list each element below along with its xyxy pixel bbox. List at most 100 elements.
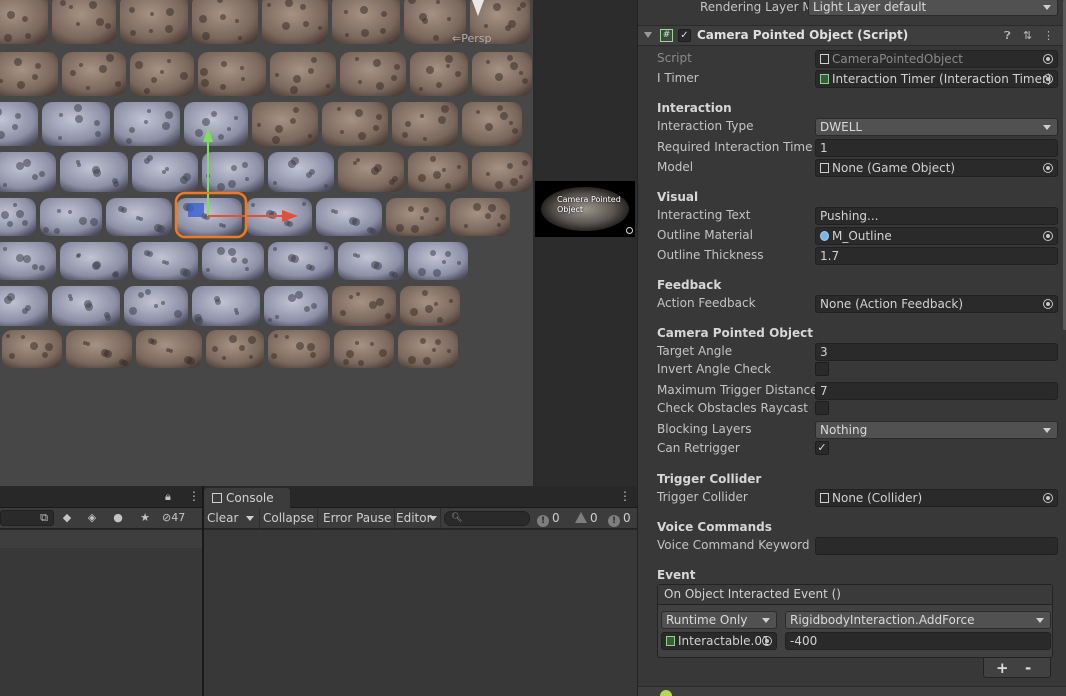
brick-speckle bbox=[296, 342, 304, 350]
tab-console[interactable]: Console bbox=[204, 488, 290, 508]
lock-icon[interactable]: 🔒︎ bbox=[165, 490, 171, 504]
brick-speckle bbox=[79, 63, 83, 67]
search-by-type-icon[interactable]: ⧉ bbox=[34, 510, 54, 526]
brick-speckle bbox=[251, 203, 255, 207]
event-target-value: Interactable.01 bbox=[678, 634, 770, 648]
brick-speckle bbox=[457, 165, 461, 169]
object-picker-icon[interactable] bbox=[1043, 231, 1053, 241]
brick-speckle bbox=[68, 210, 72, 214]
preset-icon[interactable]: ⇅ bbox=[1023, 29, 1032, 42]
trigger-collider-field[interactable]: None (Collider) bbox=[815, 489, 1058, 507]
brick-speckle bbox=[245, 177, 249, 181]
brick-speckle bbox=[361, 29, 369, 37]
check-obstacles-checkbox[interactable] bbox=[815, 401, 829, 415]
error-count-toggle[interactable]: ! 0 bbox=[608, 508, 631, 529]
console-menu-icon[interactable]: ⋮ bbox=[619, 489, 631, 503]
component-enabled-checkbox[interactable]: ✓ bbox=[678, 29, 691, 42]
camera-mode-label[interactable]: ⇐Persp bbox=[452, 32, 491, 45]
filter-by-type-icon[interactable]: ◆ bbox=[57, 510, 77, 526]
brick-speckle bbox=[300, 4, 306, 10]
invert-angle-checkbox[interactable] bbox=[815, 362, 829, 376]
hidden-count: 47 bbox=[171, 511, 186, 524]
warning-count-toggle[interactable]: 0 bbox=[575, 508, 598, 529]
brick-speckle bbox=[54, 228, 60, 234]
clear-button[interactable]: Clear bbox=[204, 508, 260, 529]
voice-keyword-input[interactable] bbox=[815, 537, 1058, 555]
brick-speckle bbox=[410, 308, 418, 316]
wall-brick bbox=[114, 102, 180, 146]
foldout-icon[interactable] bbox=[644, 32, 652, 38]
brick-speckle bbox=[16, 254, 24, 262]
brick-speckle bbox=[445, 183, 451, 189]
project-menu-icon[interactable]: ⋮ bbox=[188, 489, 200, 503]
editor-dropdown[interactable]: Editor bbox=[393, 508, 441, 529]
brick-speckle bbox=[446, 64, 450, 68]
brick-speckle bbox=[32, 174, 38, 180]
object-picker-icon[interactable] bbox=[1043, 74, 1053, 84]
interaction-header: Interaction bbox=[657, 101, 732, 115]
remove-listener-button[interactable]: - bbox=[1025, 659, 1031, 677]
brick-speckle bbox=[231, 165, 237, 171]
event-target-field[interactable]: Interactable.01 bbox=[661, 632, 777, 650]
brick-speckle bbox=[104, 312, 110, 318]
clear-dropdown-icon[interactable] bbox=[246, 516, 254, 521]
runtime-dropdown[interactable]: Runtime Only bbox=[661, 611, 777, 629]
preview-toggle-icon[interactable] bbox=[626, 227, 633, 234]
collider-file-icon bbox=[820, 493, 829, 503]
trigger-collider-header: Trigger Collider bbox=[657, 472, 762, 486]
blocking-layers-dropdown[interactable]: Nothing bbox=[815, 421, 1058, 439]
project-selected-row[interactable] bbox=[0, 530, 202, 548]
function-value: RigidbodyInteraction.AddForce bbox=[790, 613, 975, 627]
i-timer-field[interactable]: Interaction Timer (Interaction Timer) bbox=[815, 70, 1058, 88]
brick-speckle bbox=[345, 33, 349, 37]
model-field[interactable]: None (Game Object) bbox=[815, 159, 1058, 177]
add-listener-button[interactable]: + bbox=[996, 659, 1009, 677]
brick-speckle bbox=[222, 356, 226, 360]
can-retrigger-checkbox[interactable]: ✓ bbox=[815, 441, 829, 455]
max-distance-input[interactable]: 7 bbox=[815, 382, 1058, 400]
event-argument-input[interactable]: -400 bbox=[785, 632, 1051, 650]
rendering-layer-mask-dropdown[interactable]: Light Layer default bbox=[808, 0, 1058, 16]
gizmo-z-handle[interactable] bbox=[188, 203, 204, 217]
object-picker-icon[interactable] bbox=[1043, 163, 1053, 173]
brick-speckle bbox=[349, 295, 353, 299]
brick-speckle bbox=[212, 346, 218, 352]
collapse-button[interactable]: Collapse bbox=[260, 508, 318, 529]
action-feedback-field[interactable]: None (Action Feedback) bbox=[815, 295, 1058, 313]
next-component-header[interactable] bbox=[638, 686, 1066, 696]
info-count-toggle[interactable]: ! 0 bbox=[537, 508, 560, 529]
favorites-icon[interactable]: ★ bbox=[135, 510, 155, 526]
brick-speckle bbox=[147, 155, 153, 161]
brick-speckle bbox=[180, 72, 188, 80]
outline-material-field[interactable]: M_Outline bbox=[815, 227, 1058, 245]
scene-view[interactable]: ⇐Persp bbox=[0, 0, 535, 486]
component-header[interactable]: # ✓ Camera Pointed Object (Script) ❓︎ ⇅ … bbox=[638, 25, 1066, 46]
filter-by-label-icon[interactable]: ◈ bbox=[82, 510, 102, 526]
brick-speckle bbox=[129, 307, 137, 315]
interacting-text-input[interactable]: Pushing... bbox=[815, 207, 1058, 225]
object-picker-icon[interactable] bbox=[762, 636, 772, 646]
interaction-type-dropdown[interactable]: DWELL bbox=[815, 118, 1058, 136]
preview-caption: Camera Pointed Object bbox=[557, 195, 621, 214]
object-picker-icon[interactable] bbox=[1043, 493, 1053, 503]
required-time-input[interactable]: 1 bbox=[815, 139, 1058, 157]
outline-thickness-input[interactable]: 1.7 bbox=[815, 247, 1058, 265]
brick-speckle bbox=[42, 352, 48, 358]
brick-speckle bbox=[84, 300, 92, 308]
wall-render bbox=[0, 0, 532, 368]
brick-speckle bbox=[4, 34, 12, 42]
target-angle-input[interactable]: 3 bbox=[815, 343, 1058, 361]
console-log-area[interactable] bbox=[204, 530, 637, 696]
console-search-input[interactable]: 🔍︎ bbox=[444, 511, 530, 526]
help-icon[interactable]: ❓︎ bbox=[1004, 29, 1011, 43]
brick-speckle bbox=[423, 207, 429, 213]
orientation-gizmo-icon[interactable] bbox=[472, 0, 484, 16]
brick-speckle bbox=[376, 82, 384, 90]
object-picker-icon[interactable] bbox=[1043, 299, 1053, 309]
error-filter-icon[interactable]: ● bbox=[108, 510, 128, 526]
error-pause-button[interactable]: Error Pause bbox=[320, 508, 396, 529]
wall-brick bbox=[0, 152, 56, 192]
hidden-packages-icon[interactable]: ⊘47 bbox=[162, 510, 198, 526]
function-dropdown[interactable]: RigidbodyInteraction.AddForce bbox=[785, 611, 1051, 629]
component-menu-icon[interactable]: ⋮ bbox=[1043, 29, 1054, 42]
